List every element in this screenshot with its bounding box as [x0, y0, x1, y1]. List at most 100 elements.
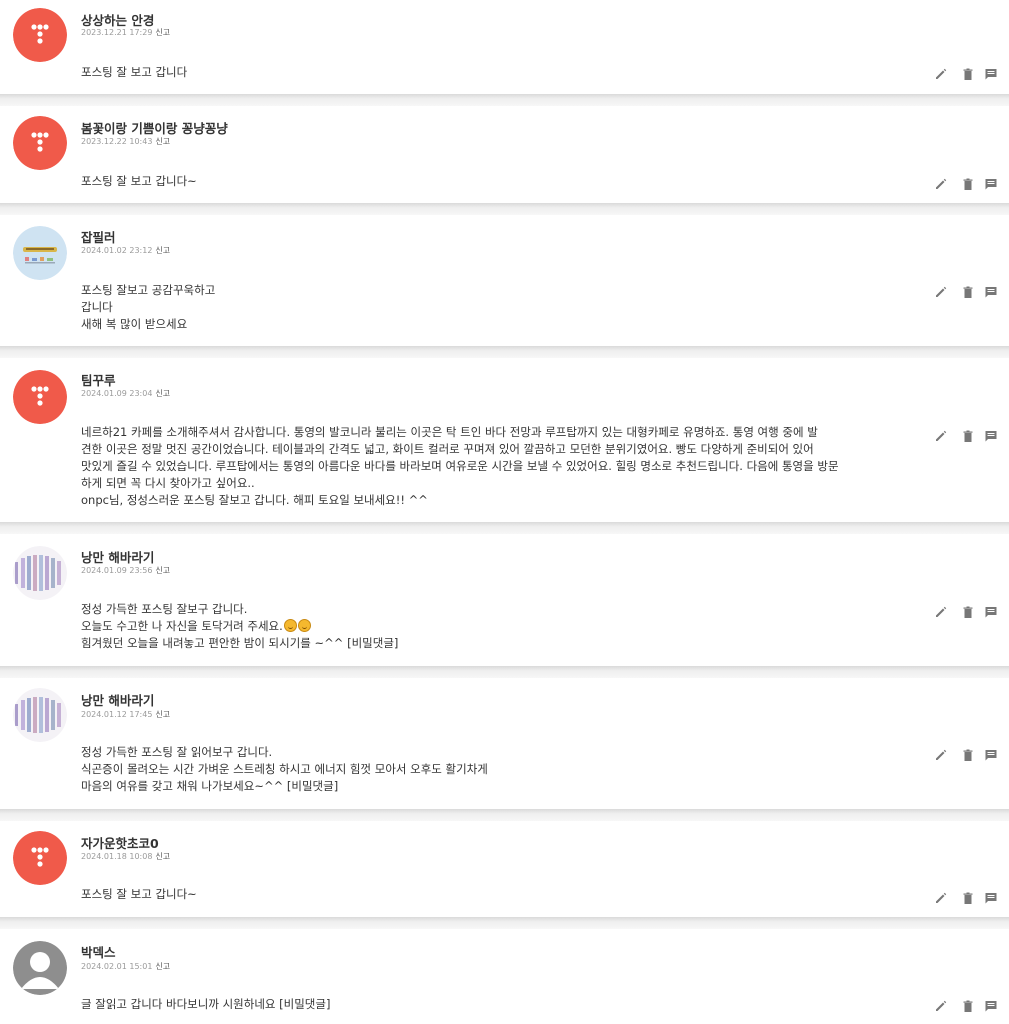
trash-icon[interactable]: [961, 177, 975, 191]
edit-icon[interactable]: [934, 605, 948, 619]
comment-actions: [934, 605, 1000, 621]
comment-text: 정성 가득한 포스팅 잘 읽어보구 갑니다.: [81, 745, 273, 759]
commenter-name[interactable]: 낭만 해바라기: [81, 690, 154, 709]
comment-text: 포스팅 잘 보고 갑니다~: [81, 887, 197, 901]
comment-text: 견한 이곳은 정말 멋진 공간이었습니다. 테이블과의 간격도 넓고, 화이트 …: [81, 442, 814, 456]
comment-line: 네르하21 카페를 소개해주셔서 감사합니다. 통영의 발코니라 불리는 이곳은…: [81, 424, 941, 441]
commenter-name[interactable]: 봄꽃이랑 기쁨이랑 꽁냥꽁냥: [81, 118, 228, 137]
comment-text: 갑니다: [81, 300, 113, 314]
comment-actions: [934, 285, 1000, 301]
comment-item: 봄꽃이랑 기쁨이랑 꽁냥꽁냥 2023.12.22 10:43 신고포스팅 잘 보고…: [0, 106, 1009, 203]
comment-line: 힘겨웠던 오늘을 내려놓고 편안한 밤이 되시기를 ~^^ [비밀댓글]: [81, 635, 941, 652]
comment-line: 포스팅 잘 보고 갑니다~: [81, 173, 941, 190]
avatar[interactable]: [13, 831, 67, 885]
comment-divider: [0, 94, 1009, 106]
comment-text: 식곤증이 몰려오는 시간 가벼운 스트레칭 하시고 에너지 힘껏 모아서 오후도…: [81, 762, 488, 776]
comment-meta: 2024.02.01 15:01 신고: [81, 961, 170, 972]
comment-text: 오늘도 수고한 나 자신을 토닥거려 주세요.: [81, 619, 283, 633]
comment-meta: 2023.12.22 10:43 신고: [81, 136, 170, 147]
comment-divider: [0, 522, 1009, 534]
avatar[interactable]: [13, 8, 67, 62]
trash-icon[interactable]: [961, 67, 975, 81]
comment-date: 2024.02.01 15:01: [81, 962, 153, 971]
commenter-name[interactable]: 팀꾸루: [81, 370, 116, 389]
commenter-name[interactable]: 잡필러: [81, 227, 116, 246]
trash-icon[interactable]: [961, 605, 975, 619]
comment-divider: [0, 346, 1009, 358]
reply-comment-icon[interactable]: [984, 285, 998, 299]
report-link[interactable]: 신고: [155, 137, 170, 146]
comment-line: 포스팅 잘보고 공감꾸욱하고: [81, 282, 941, 299]
comment-meta: 2024.01.09 23:04 신고: [81, 388, 170, 399]
trash-icon[interactable]: [961, 748, 975, 762]
comment-line: 마음의 여유를 갖고 채워 나가보세요~^^ [비밀댓글]: [81, 778, 941, 795]
comment-actions: [934, 891, 1000, 907]
commenter-name[interactable]: 자가운핫초코0: [81, 833, 159, 852]
report-link[interactable]: 신고: [155, 852, 170, 861]
comment-line: 갑니다: [81, 299, 941, 316]
report-link[interactable]: 신고: [155, 389, 170, 398]
comment-line: 오늘도 수고한 나 자신을 토닥거려 주세요.: [81, 618, 941, 635]
avatar[interactable]: [13, 226, 67, 280]
comment-date: 2024.01.18 10:08: [81, 852, 153, 861]
edit-icon[interactable]: [934, 891, 948, 905]
comment-text: 글 잘읽고 갑니다 바다보니까 시원하네요 [비밀댓글]: [81, 997, 331, 1011]
report-link[interactable]: 신고: [155, 246, 170, 255]
avatar[interactable]: [13, 546, 67, 600]
report-link[interactable]: 신고: [155, 710, 170, 719]
comment-line: 맛있게 즐길 수 있었습니다. 루프탑에서는 통영의 아름다운 바다를 바라보며…: [81, 458, 941, 475]
comment-text: 하게 되면 꼭 다시 찾아가고 싶어요..: [81, 476, 255, 490]
comment-date: 2024.01.09 23:04: [81, 389, 153, 398]
avatar[interactable]: [13, 941, 67, 995]
edit-icon[interactable]: [934, 67, 948, 81]
edit-icon[interactable]: [934, 748, 948, 762]
reply-comment-icon[interactable]: [984, 891, 998, 905]
comment-text: 힘겨웠던 오늘을 내려놓고 편안한 밤이 되시기를 ~^^ [비밀댓글]: [81, 636, 399, 650]
comment-date: 2024.01.12 17:45: [81, 710, 153, 719]
report-link[interactable]: 신고: [155, 28, 170, 37]
comment-item: 자가운핫초코0 2024.01.18 10:08 신고포스팅 잘 보고 갑니다~: [0, 821, 1009, 917]
comment-line: 하게 되면 꼭 다시 찾아가고 싶어요..: [81, 475, 941, 492]
smile-emoji-icon: [283, 619, 297, 632]
comment-item: 잡필러 2024.01.02 23:12 신고포스팅 잘보고 공감꾸욱하고갑니다새해…: [0, 215, 1009, 346]
edit-icon[interactable]: [934, 429, 948, 443]
comment-divider: [0, 917, 1009, 929]
comment-line: 정성 가득한 포스팅 잘보구 갑니다.: [81, 601, 941, 618]
comment-actions: [934, 999, 1000, 1015]
reply-comment-icon[interactable]: [984, 999, 998, 1013]
reply-comment-icon[interactable]: [984, 67, 998, 81]
edit-icon[interactable]: [934, 999, 948, 1013]
trash-icon[interactable]: [961, 999, 975, 1013]
trash-icon[interactable]: [961, 285, 975, 299]
report-link[interactable]: 신고: [155, 566, 170, 575]
comment-text: 포스팅 잘보고 공감꾸욱하고: [81, 283, 216, 297]
reply-comment-icon[interactable]: [984, 605, 998, 619]
comment-meta: 2024.01.18 10:08 신고: [81, 851, 170, 862]
reply-comment-icon[interactable]: [984, 177, 998, 191]
trash-icon[interactable]: [961, 429, 975, 443]
comment-date: 2024.01.02 23:12: [81, 246, 153, 255]
reply-comment-icon[interactable]: [984, 748, 998, 762]
report-link[interactable]: 신고: [155, 962, 170, 971]
comment-actions: [934, 748, 1000, 764]
edit-icon[interactable]: [934, 177, 948, 191]
commenter-name[interactable]: 박덱스: [81, 942, 116, 961]
avatar[interactable]: [13, 116, 67, 170]
commenter-name[interactable]: 낭만 해바라기: [81, 547, 154, 566]
avatar[interactable]: [13, 688, 67, 742]
comment-body: 포스팅 잘 보고 갑니다~: [81, 886, 941, 903]
avatar[interactable]: [13, 370, 67, 424]
comment-actions: [934, 429, 1000, 445]
comment-meta: 2023.12.21 17:29 신고: [81, 27, 170, 38]
comment-meta: 2024.01.02 23:12 신고: [81, 245, 170, 256]
comment-body: 포스팅 잘 보고 갑니다~: [81, 173, 941, 190]
comment-text: 새해 복 많이 받으세요: [81, 317, 188, 331]
reply-comment-icon[interactable]: [984, 429, 998, 443]
comment-line: 정성 가득한 포스팅 잘 읽어보구 갑니다.: [81, 744, 941, 761]
smile-emoji-icon: [297, 619, 311, 632]
trash-icon[interactable]: [961, 891, 975, 905]
comment-line: 새해 복 많이 받으세요: [81, 316, 941, 333]
comment-date: 2023.12.21 17:29: [81, 28, 153, 37]
edit-icon[interactable]: [934, 285, 948, 299]
comment-text: 네르하21 카페를 소개해주셔서 감사합니다. 통영의 발코니라 불리는 이곳은…: [81, 425, 818, 439]
